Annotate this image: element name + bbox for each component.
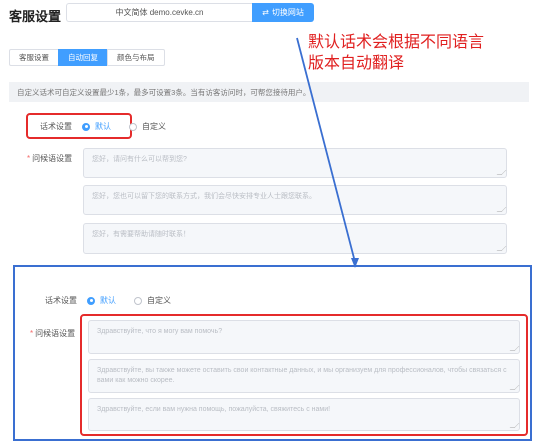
greeting-text-translated-2: Здравствуйте, вы также можете оставить с… [97, 367, 507, 384]
required-mark: * [30, 329, 34, 338]
script-setting-row-translated: 话术设置 默认 自定义 [45, 295, 189, 306]
radio-custom-translated[interactable] [134, 296, 142, 305]
radio-default-translated[interactable] [87, 296, 95, 305]
option-custom-label-translated[interactable]: 自定义 [147, 295, 171, 306]
greeting-textarea-translated-1[interactable]: Здравствуйте, что я могу вам помочь? [88, 320, 520, 354]
greeting-text-translated-1: Здравствуйте, что я могу вам помочь? [97, 328, 223, 335]
option-default-label-translated[interactable]: 默认 [100, 295, 116, 306]
resize-handle-icon[interactable] [509, 423, 520, 428]
greeting-textarea-translated-3[interactable]: Здравствуйте, если вам нужна помощь, пож… [88, 398, 520, 431]
greeting-label-translated: * 问候语设置 [30, 328, 75, 339]
greeting-label-text-translated: 问候语设置 [35, 329, 76, 338]
resize-handle-icon[interactable] [509, 346, 520, 351]
greeting-text-translated-3: Здравствуйте, если вам нужна помощь, пож… [97, 406, 331, 413]
greeting-textarea-translated-2[interactable]: Здравствуйте, вы также можете оставить с… [88, 359, 520, 393]
resize-handle-icon[interactable] [509, 385, 520, 390]
script-setting-label-translated: 话术设置 [45, 296, 77, 305]
